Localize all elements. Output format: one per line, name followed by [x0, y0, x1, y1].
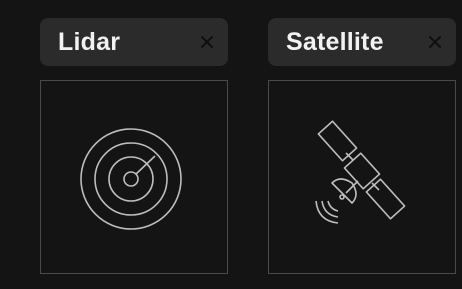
close-icon[interactable] [200, 35, 214, 49]
sensor-chip-satellite[interactable]: Satellite [268, 18, 456, 66]
sensor-chip-label: Satellite [286, 27, 384, 56]
radar-icon [80, 128, 182, 230]
sensor-tile-lidar[interactable] [40, 80, 228, 274]
sensor-chip-lidar[interactable]: Lidar [40, 18, 228, 66]
sensor-chip-label: Lidar [58, 27, 121, 56]
sensor-card-lidar: Lidar [40, 18, 228, 274]
sensor-card-satellite: Satellite [268, 18, 456, 274]
close-icon[interactable] [428, 35, 442, 49]
sensor-panel: Lidar Satellite [0, 0, 462, 289]
sensor-tile-satellite[interactable] [268, 80, 456, 274]
satellite-icon [315, 120, 406, 224]
